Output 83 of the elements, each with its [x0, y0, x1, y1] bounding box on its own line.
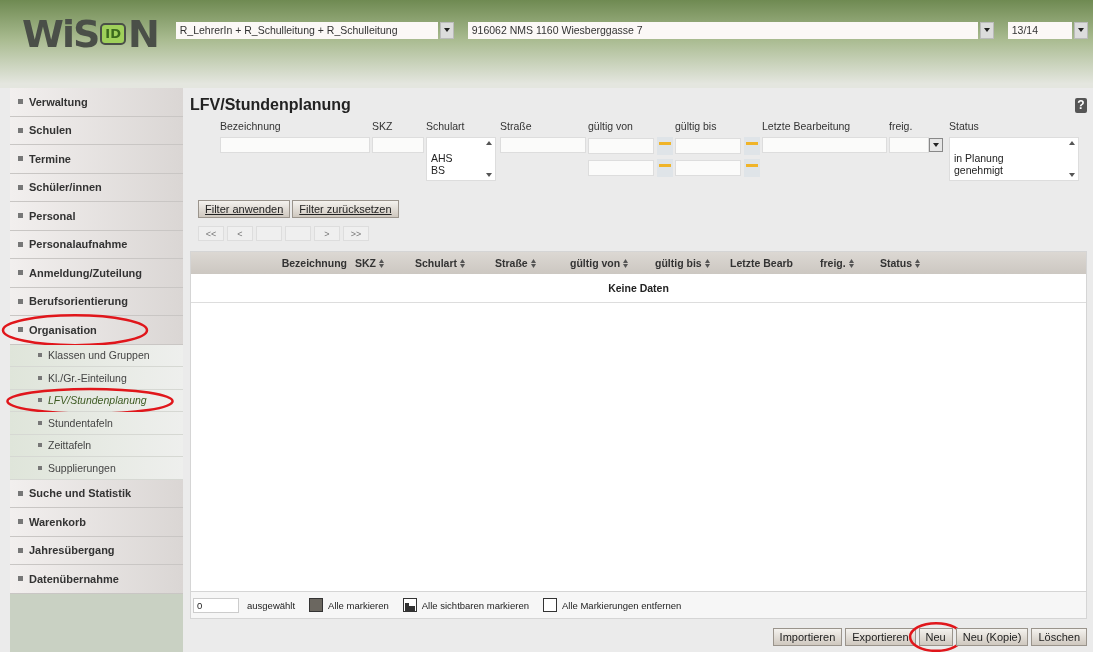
caret-icon[interactable]: [443, 28, 450, 32]
checkbox-filled-icon[interactable]: [309, 598, 324, 612]
sort-icon[interactable]: [915, 258, 921, 268]
filter-button[interactable]: Filter zurücksetzen: [292, 200, 399, 218]
column-header[interactable]: Letzte Bearb: [726, 257, 816, 269]
action-button[interactable]: Exportieren: [845, 628, 916, 646]
scroll-down-icon[interactable]: [1069, 173, 1075, 177]
sidebar-item[interactable]: Personal: [10, 202, 183, 231]
checkbox-empty-icon[interactable]: [542, 598, 557, 612]
sidebar-item[interactable]: Schüler/innen: [10, 173, 183, 202]
page-title: LFV/Stundenplanung: [190, 96, 351, 114]
sidebar-item[interactable]: Berufsorientierung: [10, 287, 183, 316]
sidebar-subitem[interactable]: Klassen und Gruppen: [10, 344, 183, 367]
column-header[interactable]: SKZ: [351, 257, 411, 269]
help-button[interactable]: ?: [1075, 97, 1087, 113]
empty-message: Keine Daten: [608, 282, 669, 294]
filter-label: Letzte Bearbeitung: [762, 120, 852, 134]
select-action-label[interactable]: Alle markieren: [328, 599, 389, 611]
list-box[interactable]: AHS BS: [426, 137, 496, 181]
column-header[interactable]: Bezeichnung: [191, 257, 351, 269]
column-header[interactable]: Status: [876, 257, 956, 269]
dropdown-field[interactable]: R_LehrerIn + R_Schulleitung + R_Schulleitung: [175, 21, 438, 39]
text-field[interactable]: [500, 137, 586, 153]
date-field[interactable]: [675, 138, 741, 154]
column-header[interactable]: Straße: [491, 257, 566, 269]
action-button[interactable]: Neu (Kopie): [955, 628, 1029, 646]
sidebar-subitem[interactable]: Supplierungen: [10, 457, 183, 480]
scroll-up-icon[interactable]: [486, 141, 492, 145]
sidebar-item[interactable]: Verwaltung: [10, 88, 183, 117]
checkbox-partial-icon[interactable]: [402, 598, 417, 612]
date-field[interactable]: [588, 160, 654, 176]
sort-icon[interactable]: [460, 258, 465, 268]
filter-label: Straße: [500, 120, 533, 134]
select-action-label[interactable]: Alle Markierungen entfernen: [561, 599, 682, 611]
column-header[interactable]: gültig bis: [651, 257, 726, 269]
sidebar-item[interactable]: Anmeldung/Zuteilung: [10, 259, 183, 288]
date-field[interactable]: [588, 138, 654, 154]
sidebar-item[interactable]: Warenkorb: [10, 508, 183, 537]
text-field[interactable]: [372, 137, 424, 153]
caret-icon[interactable]: [933, 143, 939, 147]
sort-icon[interactable]: [379, 258, 384, 268]
count-field[interactable]: 0: [193, 597, 239, 613]
column-header[interactable]: Schulart: [411, 257, 491, 269]
action-button[interactable]: Importieren: [772, 628, 843, 646]
count-label: ausgewählt: [247, 599, 296, 611]
dropdown-field[interactable]: 13/14: [1007, 21, 1072, 39]
sort-icon[interactable]: [704, 258, 710, 268]
sort-icon[interactable]: [623, 258, 629, 268]
column-header[interactable]: gültig von: [566, 257, 651, 269]
filter-label: gültig bis: [675, 120, 718, 134]
sidebar-item[interactable]: Suche und Statistik: [10, 479, 183, 508]
filter-label: Status: [949, 120, 980, 134]
list-box[interactable]: in Planung genehmigt: [949, 137, 1079, 181]
date-field[interactable]: [675, 160, 741, 176]
filter-label: freig.: [889, 120, 914, 134]
action-button[interactable]: Löschen: [1031, 628, 1087, 646]
sidebar-item[interactable]: Datenübernahme: [10, 565, 183, 594]
sidebar-item[interactable]: Termine: [10, 145, 183, 174]
filter-label: Schulart: [426, 120, 466, 134]
sidebar-item[interactable]: Jahresübergang: [10, 536, 183, 565]
filter-label: Bezeichnung: [220, 120, 282, 134]
caret-icon[interactable]: [983, 28, 990, 32]
select-action-label[interactable]: Alle sichtbaren markieren: [421, 599, 529, 611]
sort-icon[interactable]: [848, 258, 854, 268]
text-field[interactable]: [220, 137, 370, 153]
caret-icon[interactable]: [1077, 28, 1084, 32]
dropdown-field[interactable]: [889, 137, 929, 153]
scroll-up-icon[interactable]: [1069, 141, 1075, 145]
dropdown-field[interactable]: 916062 NMS 1160 Wiesberggasse 7: [467, 21, 978, 39]
sidebar-subitem[interactable]: Zeittafeln: [10, 434, 183, 457]
filter-button[interactable]: Filter anwenden: [198, 200, 291, 218]
text-field[interactable]: [762, 137, 887, 153]
scroll-down-icon[interactable]: [486, 173, 492, 177]
filter-label: gültig von: [588, 120, 634, 134]
action-button[interactable]: Neu: [918, 628, 953, 646]
sidebar-subitem[interactable]: Kl./Gr.-Einteilung: [10, 367, 183, 390]
sidebar-item[interactable]: Schulen: [10, 116, 183, 145]
sidebar-subitem[interactable]: Stundentafeln: [10, 412, 183, 435]
sidebar-item[interactable]: Personalaufnahme: [10, 230, 183, 259]
filter-label: SKZ: [372, 120, 394, 134]
sort-icon[interactable]: [530, 258, 536, 268]
sidebar-item[interactable]: Organisation: [10, 316, 183, 345]
column-header[interactable]: freig.: [816, 257, 876, 269]
